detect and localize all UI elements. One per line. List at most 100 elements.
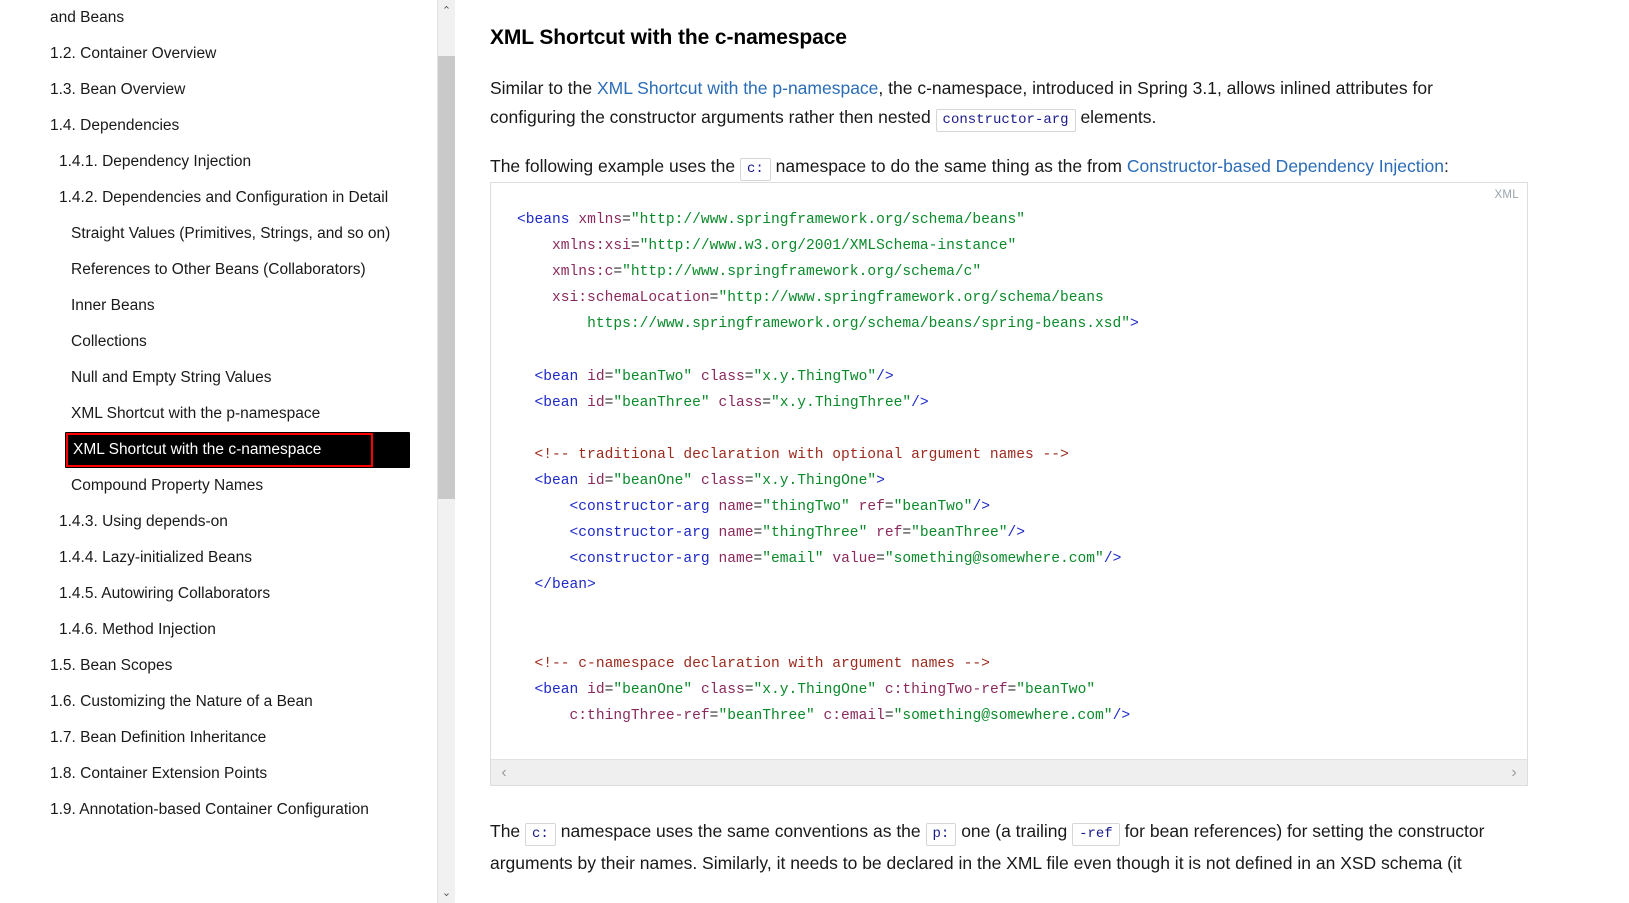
sidebar-item[interactable]: Straight Values (Primitives, Strings, an…	[0, 216, 437, 252]
code-token-str: "http://www.w3.org/2001/XMLSchema-instan…	[639, 238, 1017, 255]
sidebar-item-label: 1.9. Annotation-based Container Configur…	[50, 801, 369, 818]
code-token-tag: />	[1007, 525, 1025, 542]
code-line: c:thingThree-ref="beanThree" c:email="so…	[517, 707, 1131, 724]
code-token-attr: c:email	[823, 707, 885, 724]
main-content: XML Shortcut with the c-namespace Simila…	[456, 0, 1629, 903]
sidebar-item[interactable]: 1.4.3. Using depends-on	[0, 504, 437, 540]
sidebar-item[interactable]: 1.4.5. Autowiring Collaborators	[0, 576, 437, 612]
sidebar-scrollbar-thumb[interactable]	[438, 56, 455, 499]
code-token-attr: class	[700, 681, 745, 698]
code-token-com: <!-- traditional declaration with option…	[534, 446, 1069, 463]
sidebar-item[interactable]: 1.4.6. Method Injection	[0, 612, 437, 648]
code-token-attr: xmlns:xsi	[552, 238, 631, 255]
code-token-str: https://www.springframework.org/schema/b…	[587, 316, 1131, 333]
sidebar-item-label: and Beans	[50, 9, 125, 26]
inline-code-c: c:	[525, 822, 556, 846]
sidebar-item-label: 1.3. Bean Overview	[50, 81, 186, 98]
inline-code-p: p:	[925, 822, 957, 846]
code-token-attr: name	[718, 551, 754, 568]
code-token-str: "x.y.ThingThree"	[771, 394, 912, 411]
para3-text-3: one (a trailing	[956, 820, 1073, 841]
sidebar-item-label: 1.2. Container Overview	[50, 45, 217, 62]
code-token-sp	[570, 212, 579, 228]
sidebar-item-label: 1.4.5. Autowiring Collaborators	[59, 585, 271, 602]
code-line: <!-- traditional declaration with option…	[517, 447, 1069, 463]
sidebar-item[interactable]: 1.2. Container Overview	[0, 36, 437, 72]
code-line: https://www.springframework.org/schema/b…	[517, 316, 1139, 332]
para1-text-after: elements.	[1075, 106, 1157, 127]
code-token-str: "beanThree"	[718, 707, 815, 724]
code-horizontal-scrollbar[interactable]: ‹ ›	[491, 759, 1527, 785]
code-token-tag: />	[972, 499, 990, 516]
code-token-sp	[692, 473, 701, 489]
sidebar-item[interactable]: 1.4.2. Dependencies and Configuration in…	[0, 180, 437, 216]
sidebar-item-label: 1.4. Dependencies	[50, 117, 180, 134]
sidebar-item-label: Collections	[71, 333, 147, 350]
sidebar-item[interactable]: 1.4. Dependencies	[0, 108, 437, 144]
scroll-left-icon[interactable]: ‹	[493, 760, 515, 785]
link-p-namespace[interactable]: XML Shortcut with the p-namespace	[597, 78, 878, 98]
code-token-pun: =	[744, 681, 754, 698]
code-token-attr: name	[718, 499, 754, 516]
sidebar-item[interactable]: Compound Property Names	[0, 468, 437, 504]
sidebar-item[interactable]: Inner Beans	[0, 288, 437, 324]
sidebar-item[interactable]: XML Shortcut with the p-namespace	[0, 396, 437, 432]
code-token-attr: xmlns:c	[552, 264, 614, 281]
code-scroll-area[interactable]: <beans xmlns="http://www.springframework…	[491, 199, 1527, 759]
link-constructor-based-di[interactable]: Constructor-based Dependency Injection	[1127, 156, 1444, 176]
sidebar-item[interactable]: Null and Empty String Values	[0, 360, 437, 396]
code-token-attr: xsi:schemaLocation	[552, 290, 710, 307]
sidebar-item[interactable]: 1.6. Customizing the Nature of a Bean	[0, 684, 437, 720]
para2-text-after: :	[1444, 155, 1449, 176]
code-token-tag: >	[876, 472, 885, 489]
sidebar-item[interactable]: 1.3. Bean Overview	[0, 72, 437, 108]
code-token-str: "http://www.springframework.org/schema/b…	[718, 290, 1104, 307]
scroll-down-icon[interactable]: ⌄	[438, 884, 455, 901]
sidebar-item-label: 1.4.3. Using depends-on	[59, 513, 228, 530]
code-token-tag: />	[876, 368, 894, 385]
code-token-str: "beanTwo"	[893, 499, 973, 516]
code-token-attr: class	[700, 472, 745, 489]
code-token-tag: <constructor-arg	[569, 525, 710, 542]
code-token-attr: c:thingThree-ref	[569, 707, 710, 724]
code-line: <beans xmlns="http://www.springframework…	[517, 212, 1025, 228]
code-line: <bean id="beanOne" class="x.y.ThingOne">	[517, 473, 885, 489]
code-token-pun: =	[744, 368, 754, 385]
code-token-attr: id	[587, 394, 605, 411]
code-token-attr: ref	[858, 499, 885, 516]
para1-text-before: Similar to the	[490, 77, 597, 98]
sidebar-item[interactable]: 1.4.1. Dependency Injection	[0, 144, 437, 180]
sidebar-item[interactable]: 1.7. Bean Definition Inheritance	[0, 720, 437, 756]
sidebar-item[interactable]: Collections	[0, 324, 437, 360]
example-intro-paragraph: The following example uses the c: namesp…	[490, 152, 1520, 184]
code-token-sp	[692, 682, 701, 698]
code-token-sp	[578, 395, 587, 411]
sidebar-item-active[interactable]: XML Shortcut with the c-namespace	[65, 432, 410, 468]
sidebar-item[interactable]: 1.5. Bean Scopes	[0, 648, 437, 684]
code-token-sp	[578, 473, 587, 489]
code-token-pun: =	[762, 394, 772, 411]
sidebar-item[interactable]: 1.9. Annotation-based Container Configur…	[0, 792, 437, 828]
sidebar-item-label: 1.8. Container Extension Points	[50, 765, 268, 782]
sidebar-scrollbar[interactable]: ⌃ ⌄	[437, 0, 455, 903]
code-token-str: "something@somewhere.com"	[893, 707, 1113, 724]
para2-text-before: The following example uses the	[490, 155, 740, 176]
code-token-sp	[867, 525, 876, 541]
sidebar-item-label: References to Other Beans (Collaborators…	[71, 261, 366, 278]
code-token-tag: >	[1130, 316, 1139, 333]
code-token-sp	[578, 369, 587, 385]
sidebar-item[interactable]: 1.4.4. Lazy-initialized Beans	[0, 540, 437, 576]
code-token-attr: class	[718, 394, 763, 411]
sidebar-item[interactable]: and Beans	[0, 0, 437, 36]
scroll-right-icon[interactable]: ›	[1503, 760, 1525, 785]
code-line: <constructor-arg name="thingTwo" ref="be…	[517, 499, 990, 515]
scroll-up-icon[interactable]: ⌃	[438, 2, 455, 19]
sidebar-item[interactable]: References to Other Beans (Collaborators…	[0, 252, 437, 288]
toc-list: and Beans 1.2. Container Overview 1.3. Bea…	[0, 0, 437, 828]
code-text: <beans xmlns="http://www.springframework…	[491, 199, 1527, 759]
code-token-str: "email"	[762, 551, 824, 568]
sidebar-item-label: 1.4.4. Lazy-initialized Beans	[59, 549, 253, 566]
code-token-tag: </bean>	[534, 577, 596, 594]
sidebar-item[interactable]: 1.8. Container Extension Points	[0, 756, 437, 792]
code-token-attr: value	[832, 551, 877, 568]
